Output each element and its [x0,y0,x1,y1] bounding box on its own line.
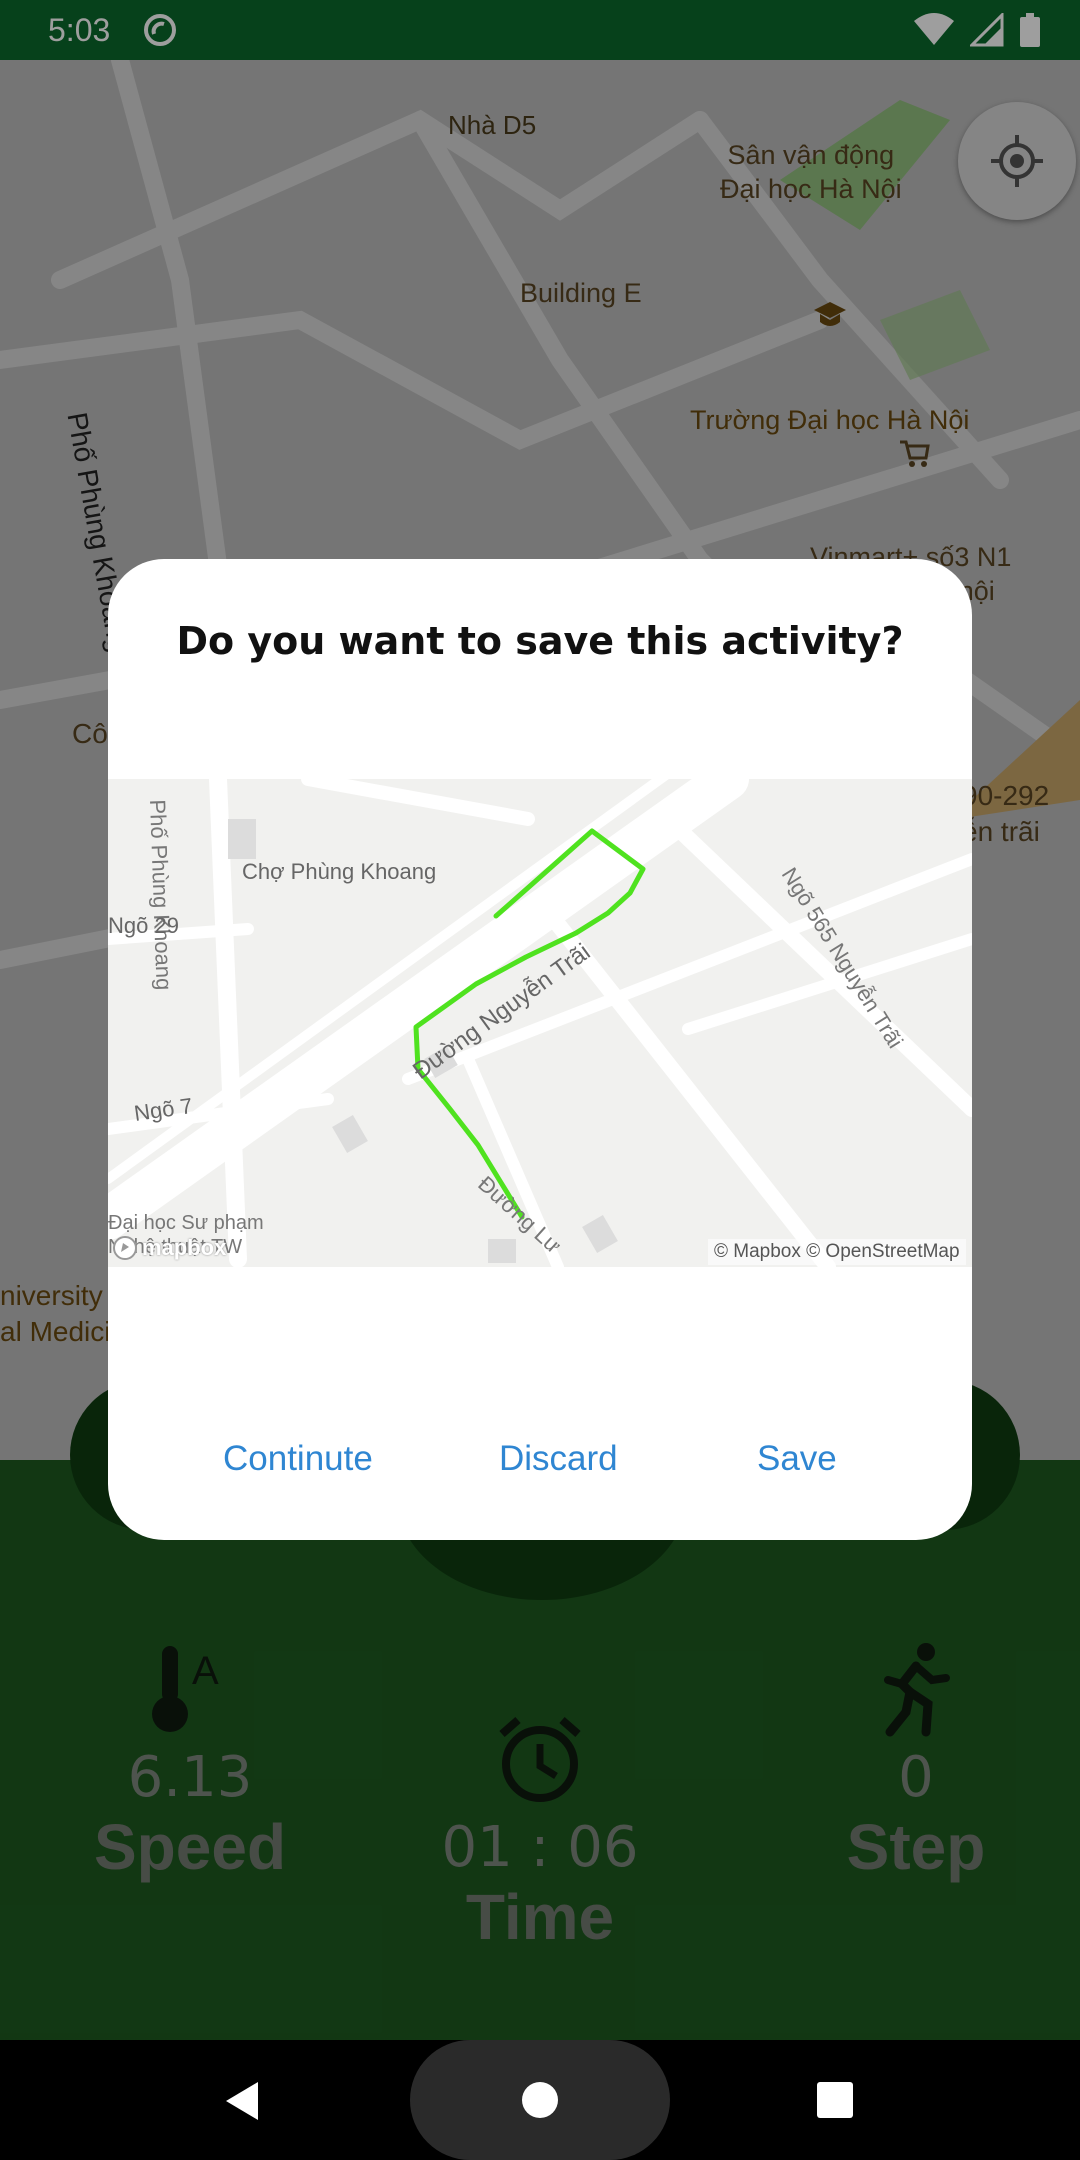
dialog-actions: Continute Discard Save [108,1439,972,1499]
dialog-title: Do you want to save this activity? [176,619,904,663]
home-icon[interactable] [521,2081,559,2119]
mapbox-logo-text: mapbox [142,1235,227,1260]
save-button[interactable]: Save [757,1439,837,1479]
recents-icon[interactable] [816,2081,854,2119]
snapshot-label-cho: Chợ Phùng Khoang [242,859,437,884]
route-path [413,828,646,1220]
mapbox-logo[interactable]: mapbox [112,1235,226,1261]
back-icon[interactable] [222,2080,262,2122]
navigation-bar [0,2040,1080,2160]
map-attribution[interactable]: © Mapbox © OpenStreetMap [708,1239,966,1265]
route-snapshot-map: Phố Phùng Khoang Chợ Phùng Khoang Ngõ 29… [108,779,972,1267]
continue-button[interactable]: Continute [223,1439,373,1479]
discard-button[interactable]: Discard [499,1439,618,1479]
snapshot-label-ngo29: Ngõ 29 [108,913,179,938]
mapbox-logo-icon [113,1236,137,1260]
save-activity-dialog: Do you want to save this activity? Phố P… [108,559,972,1540]
